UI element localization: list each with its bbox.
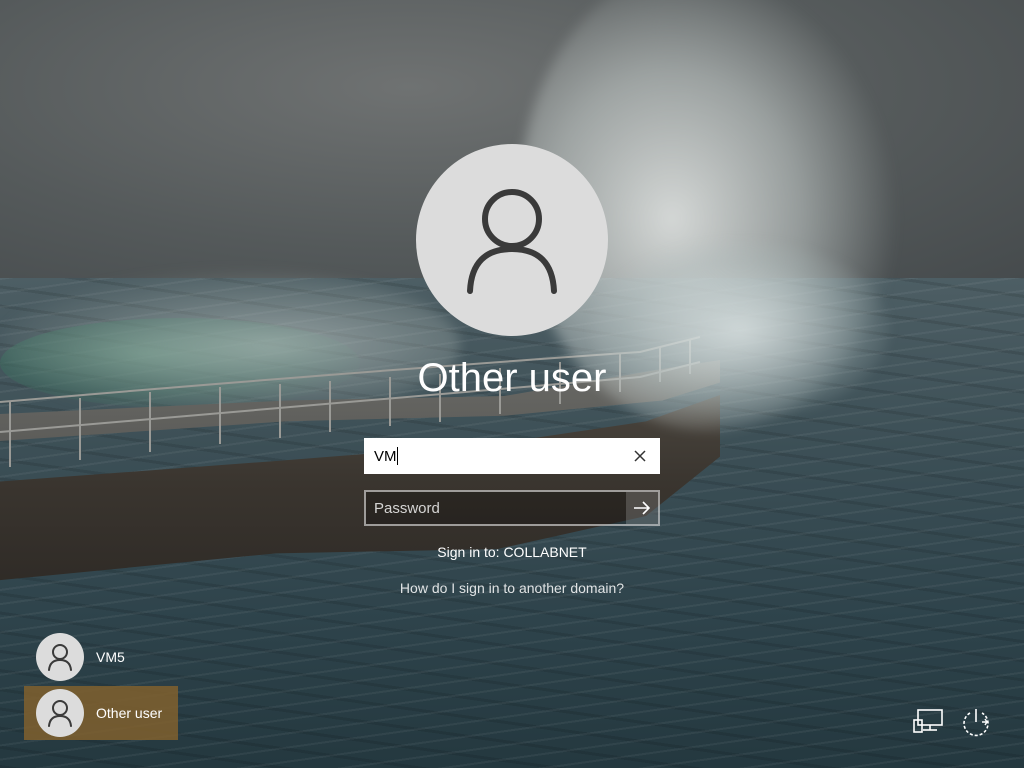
user-list-item-label: VM5 [96, 649, 125, 665]
user-avatar-small [36, 689, 84, 737]
user-avatar [416, 144, 608, 336]
password-field-container [364, 490, 660, 526]
user-list-item-label: Other user [96, 705, 163, 721]
power-button[interactable] [958, 704, 994, 740]
power-icon [963, 709, 989, 737]
close-icon [634, 450, 646, 462]
user-avatar-small [36, 633, 84, 681]
network-icon [913, 709, 943, 733]
username-input[interactable] [366, 440, 628, 472]
other-domain-link[interactable]: How do I sign in to another domain? [312, 580, 712, 596]
user-icon [467, 189, 557, 294]
network-button[interactable] [910, 704, 946, 740]
password-input[interactable] [366, 492, 626, 524]
user-list-item-other-user[interactable]: Other user [24, 686, 178, 740]
user-icon [48, 700, 72, 727]
clear-button[interactable] [626, 442, 654, 470]
text-caret [397, 447, 398, 465]
arrow-right-icon [634, 501, 651, 515]
username-field-container [364, 438, 660, 474]
user-title: Other user [417, 356, 607, 400]
user-list-item-vm5[interactable]: VM5 [24, 630, 178, 684]
user-icon [48, 644, 72, 671]
submit-button[interactable] [626, 492, 658, 524]
user-list: VM5 Other user [24, 630, 224, 742]
sign-in-domain-text: Sign in to: COLLABNET [437, 544, 587, 560]
